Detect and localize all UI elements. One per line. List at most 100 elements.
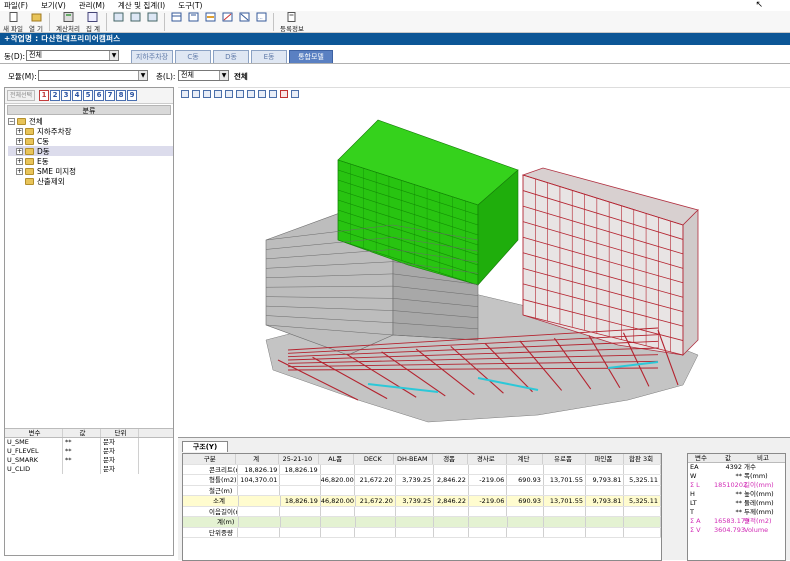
- column-header[interactable]: 유로폼: [543, 454, 586, 464]
- view-layer-icon[interactable]: [203, 90, 211, 98]
- expand-icon[interactable]: +: [16, 127, 23, 135]
- tool-button-4[interactable]: [219, 11, 236, 23]
- tool-button-1[interactable]: [168, 11, 185, 23]
- menu-file[interactable]: 파일(F): [4, 0, 28, 11]
- tab-d[interactable]: D동: [213, 50, 249, 63]
- property-row[interactable]: Σ V 3604.793 Volume: [688, 526, 785, 535]
- column-header[interactable]: 구분: [183, 454, 237, 464]
- variable-row[interactable]: U_FLEVEL ** 문자: [5, 447, 173, 456]
- table-row[interactable]: 소계 18,826.19 46,820.00 21,672.20 3,739.25 2,8…: [183, 496, 661, 507]
- tool-button-6[interactable]: ...: [253, 11, 270, 23]
- number-button-5[interactable]: 5: [83, 90, 94, 101]
- menu-manage[interactable]: 관리(M): [79, 0, 105, 11]
- register-info-button[interactable]: 등록정보: [277, 11, 307, 33]
- new-file-button[interactable]: 새 파일: [0, 11, 26, 33]
- table-row[interactable]: 계(m): [183, 517, 661, 528]
- number-button-3[interactable]: 3: [61, 90, 72, 101]
- property-row[interactable]: H ** 높이(mm): [688, 490, 785, 499]
- view-front-icon[interactable]: [214, 90, 222, 98]
- view-left-icon[interactable]: [236, 90, 244, 98]
- expand-icon[interactable]: +: [16, 157, 23, 165]
- view-right-icon[interactable]: [247, 90, 255, 98]
- table-row[interactable]: 철근(m): [183, 485, 661, 496]
- table-row[interactable]: 이음길이(m): [183, 506, 661, 517]
- view-pan-button[interactable]: [144, 11, 161, 23]
- number-button-9[interactable]: 9: [127, 90, 138, 101]
- model-viewport[interactable]: [178, 87, 790, 434]
- column-header[interactable]: 계: [236, 454, 279, 464]
- tab-structure[interactable]: 구조(Y): [182, 441, 228, 452]
- property-row[interactable]: W ** 폭(mm): [688, 472, 785, 481]
- tool-button-3[interactable]: [202, 11, 219, 23]
- expand-icon[interactable]: +: [16, 147, 23, 155]
- property-row[interactable]: Σ L 18510202 길이(mm): [688, 481, 785, 490]
- menu-tools[interactable]: 도구(T): [178, 0, 202, 11]
- view-back-icon[interactable]: [225, 90, 233, 98]
- view-refresh-icon[interactable]: [181, 90, 189, 98]
- table-row[interactable]: 콘크리트(m3)18,826.1918,826.19: [183, 464, 661, 475]
- tree-item[interactable]: + 지하주차장: [8, 126, 173, 136]
- property-row[interactable]: T ** 두께(mm): [688, 508, 785, 517]
- toolbar-separator: [164, 13, 165, 31]
- tree-item[interactable]: + E동: [8, 156, 173, 166]
- column-header[interactable]: 파인폼: [585, 454, 625, 464]
- number-button-1[interactable]: 1: [39, 90, 50, 101]
- table-row[interactable]: 단위중량: [183, 527, 661, 538]
- view-render-icon[interactable]: [192, 90, 200, 98]
- view-zoom-button[interactable]: [110, 11, 127, 23]
- view-cloud-icon[interactable]: [291, 90, 299, 98]
- main-toolbar: 새 파일 열 기 계산처리 집 계 ... 등록정보: [0, 11, 790, 33]
- tree-item[interactable]: + C동: [8, 136, 173, 146]
- view-list-icon[interactable]: [280, 90, 288, 98]
- tree-item[interactable]: + D동: [8, 146, 173, 156]
- variable-row[interactable]: U_SME ** 문자: [5, 438, 173, 447]
- number-button-4[interactable]: 4: [72, 90, 83, 101]
- expand-icon[interactable]: +: [16, 137, 23, 145]
- column-header[interactable]: DH-BEAM: [394, 454, 434, 464]
- number-button-8[interactable]: 8: [116, 90, 127, 101]
- column-header[interactable]: 갱폼: [433, 454, 469, 464]
- tree-item[interactable]: 산출제외: [8, 176, 173, 186]
- column-header[interactable]: AL폼: [319, 454, 355, 464]
- floor-select[interactable]: 전체 ▼: [178, 70, 229, 81]
- tree-item[interactable]: + SME 미지정: [8, 166, 173, 176]
- menu-calc[interactable]: 계산 및 집계(I): [118, 0, 165, 11]
- tab-integrated-model[interactable]: 통합모델: [289, 50, 333, 63]
- tab-parking[interactable]: 지하주차장: [131, 50, 173, 63]
- variable-row[interactable]: U_SMARK ** 문자: [5, 456, 173, 465]
- view-iso-icon[interactable]: [269, 90, 277, 98]
- column-header[interactable]: 25-21-10: [278, 454, 320, 464]
- view-top-icon[interactable]: [258, 90, 266, 98]
- property-row[interactable]: EA 4392 개수: [688, 463, 785, 472]
- tab-e[interactable]: E동: [251, 50, 287, 63]
- collapse-icon[interactable]: −: [8, 117, 15, 125]
- column-header[interactable]: DECK: [354, 454, 395, 464]
- number-button-6[interactable]: 6: [94, 90, 105, 101]
- building-tabs: 지하주차장 C동 D동 E동 통합모델: [131, 50, 335, 63]
- number-button-7[interactable]: 7: [105, 90, 116, 101]
- menu-view[interactable]: 보기(V): [41, 0, 66, 11]
- tab-c[interactable]: C동: [175, 50, 211, 63]
- column-header[interactable]: 계단: [506, 454, 544, 464]
- tool-button-2[interactable]: [185, 11, 202, 23]
- model-select[interactable]: ▼: [38, 70, 148, 81]
- table-cell: [507, 485, 544, 495]
- column-header[interactable]: 합판 3회: [624, 454, 661, 464]
- building-select[interactable]: 전체 ▼: [26, 50, 119, 61]
- expand-icon[interactable]: +: [16, 167, 23, 175]
- column-header[interactable]: 경사로: [468, 454, 507, 464]
- number-button-2[interactable]: 2: [50, 90, 61, 101]
- calc-button[interactable]: 계산처리: [53, 11, 83, 33]
- sum-button[interactable]: 집 계: [83, 11, 103, 33]
- property-row[interactable]: LT ** 둘레(mm): [688, 499, 785, 508]
- table-cell: [356, 517, 397, 527]
- tree-header: 분류: [7, 105, 171, 115]
- variable-row[interactable]: U_CLID 문자: [5, 465, 173, 474]
- table-row[interactable]: 형틀(m2) 104,370.01 46,820.00 21,672.20 3,739.…: [183, 475, 661, 486]
- view-fit-button[interactable]: [127, 11, 144, 23]
- open-button[interactable]: 열 기: [26, 11, 46, 33]
- property-row[interactable]: Σ A 16583.179 면적(m2): [688, 517, 785, 526]
- tool-button-5[interactable]: [236, 11, 253, 23]
- tree-item[interactable]: − 전체: [8, 116, 173, 126]
- select-all-button[interactable]: 전체선택: [7, 90, 36, 101]
